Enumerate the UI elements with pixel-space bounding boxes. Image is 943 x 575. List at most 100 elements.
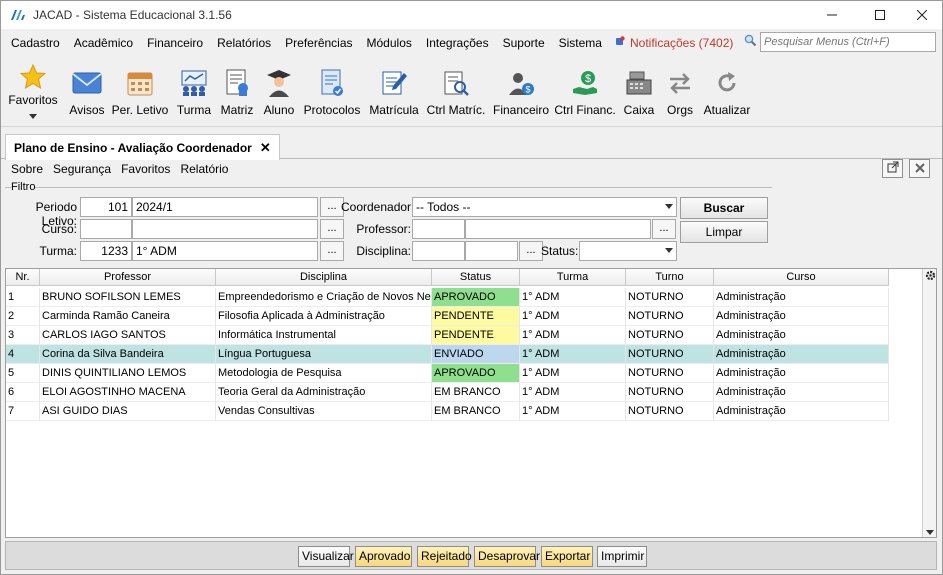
table-row[interactable]: 1 BRUNO SOFILSON LEMES Empreendedorismo … xyxy=(6,288,889,307)
toolbar-ctrl-financ[interactable]: $ Ctrl Financ. xyxy=(554,57,616,123)
status-select[interactable] xyxy=(579,241,677,261)
toolbar-turma[interactable]: Turma xyxy=(174,57,214,123)
curso-code-field[interactable] xyxy=(80,219,132,239)
notifications-link[interactable]: Notificações (7402) xyxy=(609,36,739,50)
toolbar-protocolos[interactable]: Protocolos xyxy=(304,57,360,123)
professor-code-field[interactable] xyxy=(412,219,465,239)
disciplina-lookup-button[interactable]: ... xyxy=(519,241,543,261)
search-icon xyxy=(744,34,757,50)
column-header-turno[interactable]: Turno xyxy=(626,269,714,286)
toolbar-avisos[interactable]: Avisos xyxy=(67,57,107,123)
cell-disciplina: Vendas Consultivas xyxy=(216,402,432,421)
finance-control-icon: $ xyxy=(568,65,602,101)
filter-legend: Filtro xyxy=(11,181,36,193)
rejeitado-button[interactable]: Rejeitado xyxy=(417,546,472,567)
detach-panel-button[interactable] xyxy=(882,159,903,178)
coordenador-select[interactable]: -- Todos -- xyxy=(412,197,677,217)
cell-turno: NOTURNO xyxy=(626,288,714,307)
curso-name-field[interactable] xyxy=(132,219,318,239)
cell-professor: ASI GUIDO DIAS xyxy=(40,402,216,421)
cell-curso: Administração xyxy=(714,402,889,421)
tab-plano-de-ensino[interactable]: Plano de Ensino - Avaliação Coordenador … xyxy=(5,134,280,160)
cell-curso: Administração xyxy=(714,288,889,307)
cell-status-aprovado: APROVADO xyxy=(432,364,520,383)
aprovado-button[interactable]: Aprovado xyxy=(355,546,412,567)
column-header-turma[interactable]: Turma xyxy=(520,269,626,286)
table-row[interactable]: 7 ASI GUIDO DIAS Vendas Consultivas EM B… xyxy=(6,402,889,421)
imprimir-button[interactable]: Imprimir xyxy=(597,546,647,567)
column-header-nr[interactable]: Nr. xyxy=(6,269,40,286)
submenu-seguranca[interactable]: Segurança xyxy=(48,159,116,179)
cell-turno: NOTURNO xyxy=(626,383,714,402)
cell-status-enviado: ENVIADO xyxy=(432,345,520,364)
table-row[interactable]: 3 CARLOS IAGO SANTOS Informática Instrum… xyxy=(6,326,889,345)
menu-academico[interactable]: Acadêmico xyxy=(67,31,140,55)
maximize-button[interactable] xyxy=(857,1,903,29)
menu-preferencias[interactable]: Preferências xyxy=(278,31,359,55)
menu-cadastro[interactable]: Cadastro xyxy=(4,31,67,55)
status-label: Status: xyxy=(541,244,579,258)
limpar-button[interactable]: Limpar xyxy=(680,221,768,243)
cell-professor: BRUNO SOFILSON LEMES xyxy=(40,288,216,307)
visualizar-button[interactable]: Visualizar xyxy=(298,546,354,567)
close-tab-icon[interactable]: ✕ xyxy=(260,140,271,156)
toolbar-label: Orgs xyxy=(666,103,693,117)
table-row-selected[interactable]: 4 Corina da Silva Bandeira Língua Portug… xyxy=(6,345,889,364)
close-window-button[interactable] xyxy=(899,1,943,29)
table-row[interactable]: 2 Carminda Ramão Caneira Filosofia Aplic… xyxy=(6,307,889,326)
periodo-name-field[interactable]: 2024/1 xyxy=(132,197,318,217)
toolbar-caixa[interactable]: Caixa xyxy=(622,57,656,123)
toolbar-aluno[interactable]: Aluno xyxy=(261,57,297,123)
scroll-down-arrow-icon[interactable] xyxy=(926,530,934,535)
submenu-sobre[interactable]: Sobre xyxy=(6,159,48,179)
toolbar-atualizar[interactable]: Atualizar xyxy=(704,57,750,123)
minimize-button[interactable] xyxy=(809,1,855,29)
menu-modulos[interactable]: Módulos xyxy=(360,31,419,55)
disciplina-code-field[interactable] xyxy=(412,241,465,261)
toolbar-per-letivo[interactable]: Per. Letivo xyxy=(112,57,168,123)
search-menus-input[interactable] xyxy=(760,32,936,52)
submenu-relatorio[interactable]: Relatório xyxy=(175,159,233,179)
table-row[interactable]: 5 DINIS QUINTILIANO LEMOS Metodologia de… xyxy=(6,364,889,383)
menu-suporte[interactable]: Suporte xyxy=(496,31,552,55)
cell-nr: 7 xyxy=(6,402,40,421)
turma-name-field[interactable]: 1° ADM xyxy=(132,241,318,261)
svg-text:$: $ xyxy=(525,85,530,95)
column-header-curso[interactable]: Curso xyxy=(714,269,889,286)
menu-integracoes[interactable]: Integrações xyxy=(419,31,496,55)
cell-curso: Administração xyxy=(714,364,889,383)
toolbar-financeiro[interactable]: $ Financeiro xyxy=(493,57,549,123)
menu-financeiro[interactable]: Financeiro xyxy=(140,31,210,55)
close-panel-button[interactable] xyxy=(909,159,930,178)
toolbar-orgs[interactable]: Orgs xyxy=(665,57,695,123)
cell-turma: 1° ADM xyxy=(520,326,626,345)
toolbar-matricula[interactable]: Matrícula xyxy=(369,57,419,123)
submenu-favoritos[interactable]: Favoritos xyxy=(116,159,175,179)
column-header-disciplina[interactable]: Disciplina xyxy=(216,269,432,286)
toolbar-ctrl-matric[interactable]: Ctrl Matríc. xyxy=(427,57,485,123)
cell-nr: 6 xyxy=(6,383,40,402)
panel-menu: Sobre Segurança Favoritos Relatório xyxy=(1,159,942,179)
toolbar-label: Matriz xyxy=(220,103,254,117)
menu-sistema[interactable]: Sistema xyxy=(552,31,609,55)
protocol-document-icon xyxy=(315,65,349,101)
turma-code-field[interactable]: 1233 xyxy=(80,241,132,261)
toolbar-matriz[interactable]: Matriz xyxy=(219,57,255,123)
toolbar-favoritos[interactable]: Favoritos xyxy=(8,57,58,123)
cell-nr: 5 xyxy=(6,364,40,383)
professor-lookup-button[interactable]: ... xyxy=(652,219,676,239)
desaprovar-button[interactable]: Desaprovar xyxy=(474,546,540,567)
disciplina-name-field[interactable] xyxy=(465,241,518,261)
table-row[interactable]: 6 ELOI AGOSTINHO MACENA Teoria Geral da … xyxy=(6,383,889,402)
exportar-button[interactable]: Exportar xyxy=(541,546,593,567)
column-header-status[interactable]: Status xyxy=(432,269,520,286)
gear-icon[interactable] xyxy=(924,270,936,284)
professor-name-field[interactable] xyxy=(465,219,651,239)
periodo-code-field[interactable]: 101 xyxy=(80,197,132,217)
menu-relatorios[interactable]: Relatórios xyxy=(210,31,278,55)
buscar-button[interactable]: Buscar xyxy=(680,197,768,219)
cell-turma: 1° ADM xyxy=(520,383,626,402)
column-header-professor[interactable]: Professor xyxy=(40,269,216,286)
vertical-scrollbar[interactable] xyxy=(922,269,936,537)
cell-disciplina: Informática Instrumental xyxy=(216,326,432,345)
